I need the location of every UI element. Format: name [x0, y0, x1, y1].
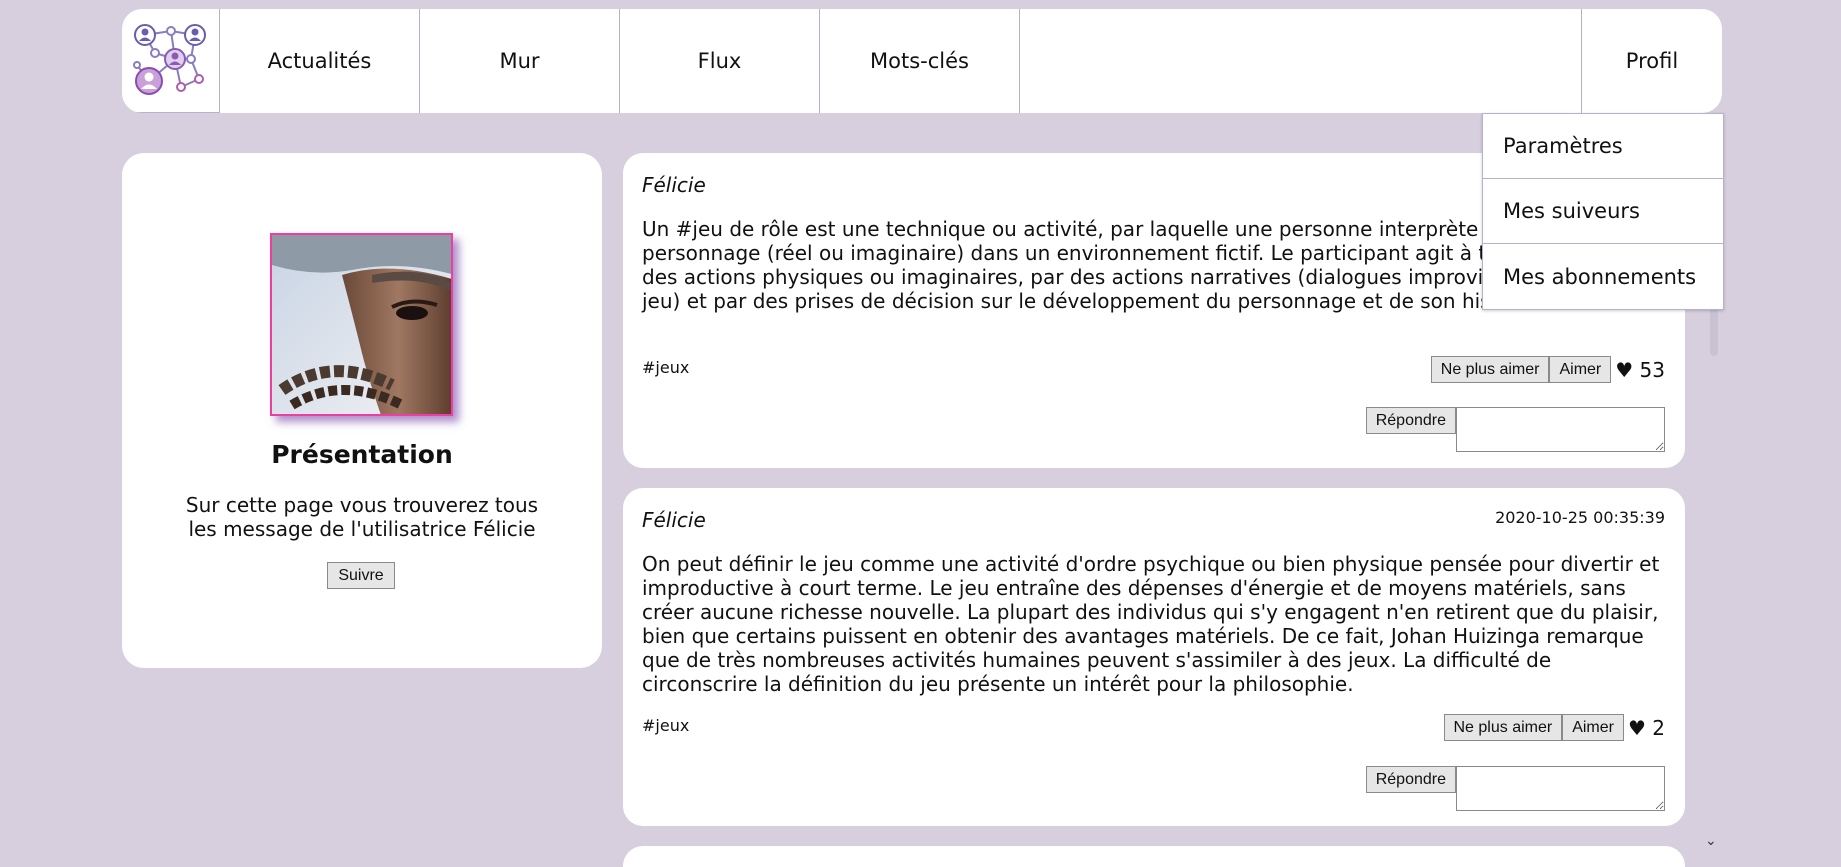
avatar: [270, 233, 453, 416]
nav-spacer: [1020, 9, 1582, 113]
menu-item-parametres[interactable]: Paramètres: [1483, 114, 1723, 179]
chevron-down-icon[interactable]: ⌄: [1705, 833, 1717, 849]
reply-row: Répondre: [1365, 407, 1665, 452]
post-date: 2020-10-25 00:35:39: [1495, 508, 1665, 527]
profile-card: Présentation Sur cette page vous trouver…: [122, 153, 602, 668]
post-card: [623, 846, 1685, 867]
nav-item-flux[interactable]: Flux: [620, 9, 820, 113]
like-count: ♥ 2: [1627, 715, 1665, 740]
nav-item-mots-cles[interactable]: Mots-clés: [820, 9, 1020, 113]
unlike-button[interactable]: Ne plus aimer: [1443, 714, 1563, 741]
menu-item-mes-suiveurs[interactable]: Mes suiveurs: [1483, 179, 1723, 244]
reply-textarea[interactable]: [1456, 407, 1665, 452]
logo[interactable]: [122, 9, 220, 113]
avatar-image: [272, 235, 451, 414]
unlike-button[interactable]: Ne plus aimer: [1430, 356, 1550, 383]
like-count: ♥ 53: [1615, 357, 1665, 382]
post-author: Félicie: [642, 508, 706, 532]
reply-button[interactable]: Répondre: [1365, 766, 1456, 793]
nav-item-mur[interactable]: Mur: [420, 9, 620, 113]
reply-button[interactable]: Répondre: [1365, 407, 1456, 434]
nav-item-actualites[interactable]: Actualités: [220, 9, 420, 113]
profile-dropdown-menu: Paramètres Mes suiveurs Mes abonnements: [1482, 113, 1724, 310]
reply-row: Répondre: [1365, 766, 1665, 811]
post-body: On peut définir le jeu comme une activit…: [642, 552, 1660, 696]
post-tag[interactable]: #jeux: [642, 358, 689, 377]
like-actions: Ne plus aimer Aimer ♥ 53: [1430, 356, 1665, 383]
menu-item-mes-abonnements[interactable]: Mes abonnements: [1483, 244, 1723, 309]
reply-textarea[interactable]: [1456, 766, 1665, 811]
like-button[interactable]: Aimer: [1549, 356, 1612, 383]
social-network-logo-icon: [132, 23, 206, 95]
follow-button[interactable]: Suivre: [327, 562, 395, 589]
post-tag[interactable]: #jeux: [642, 716, 689, 735]
like-button[interactable]: Aimer: [1562, 714, 1624, 741]
presentation-text: Sur cette page vous trouverez tous les m…: [185, 493, 539, 541]
nav-item-profil[interactable]: Profil: [1582, 9, 1722, 113]
like-actions: Ne plus aimer Aimer ♥ 2: [1443, 714, 1665, 741]
top-navigation: Actualités Mur Flux Mots-clés Profil: [122, 9, 1722, 113]
post-author: Félicie: [642, 173, 706, 197]
post-card: Félicie 2020-10-25 00:35:39 On peut défi…: [623, 488, 1685, 826]
presentation-title: Présentation: [271, 440, 453, 469]
